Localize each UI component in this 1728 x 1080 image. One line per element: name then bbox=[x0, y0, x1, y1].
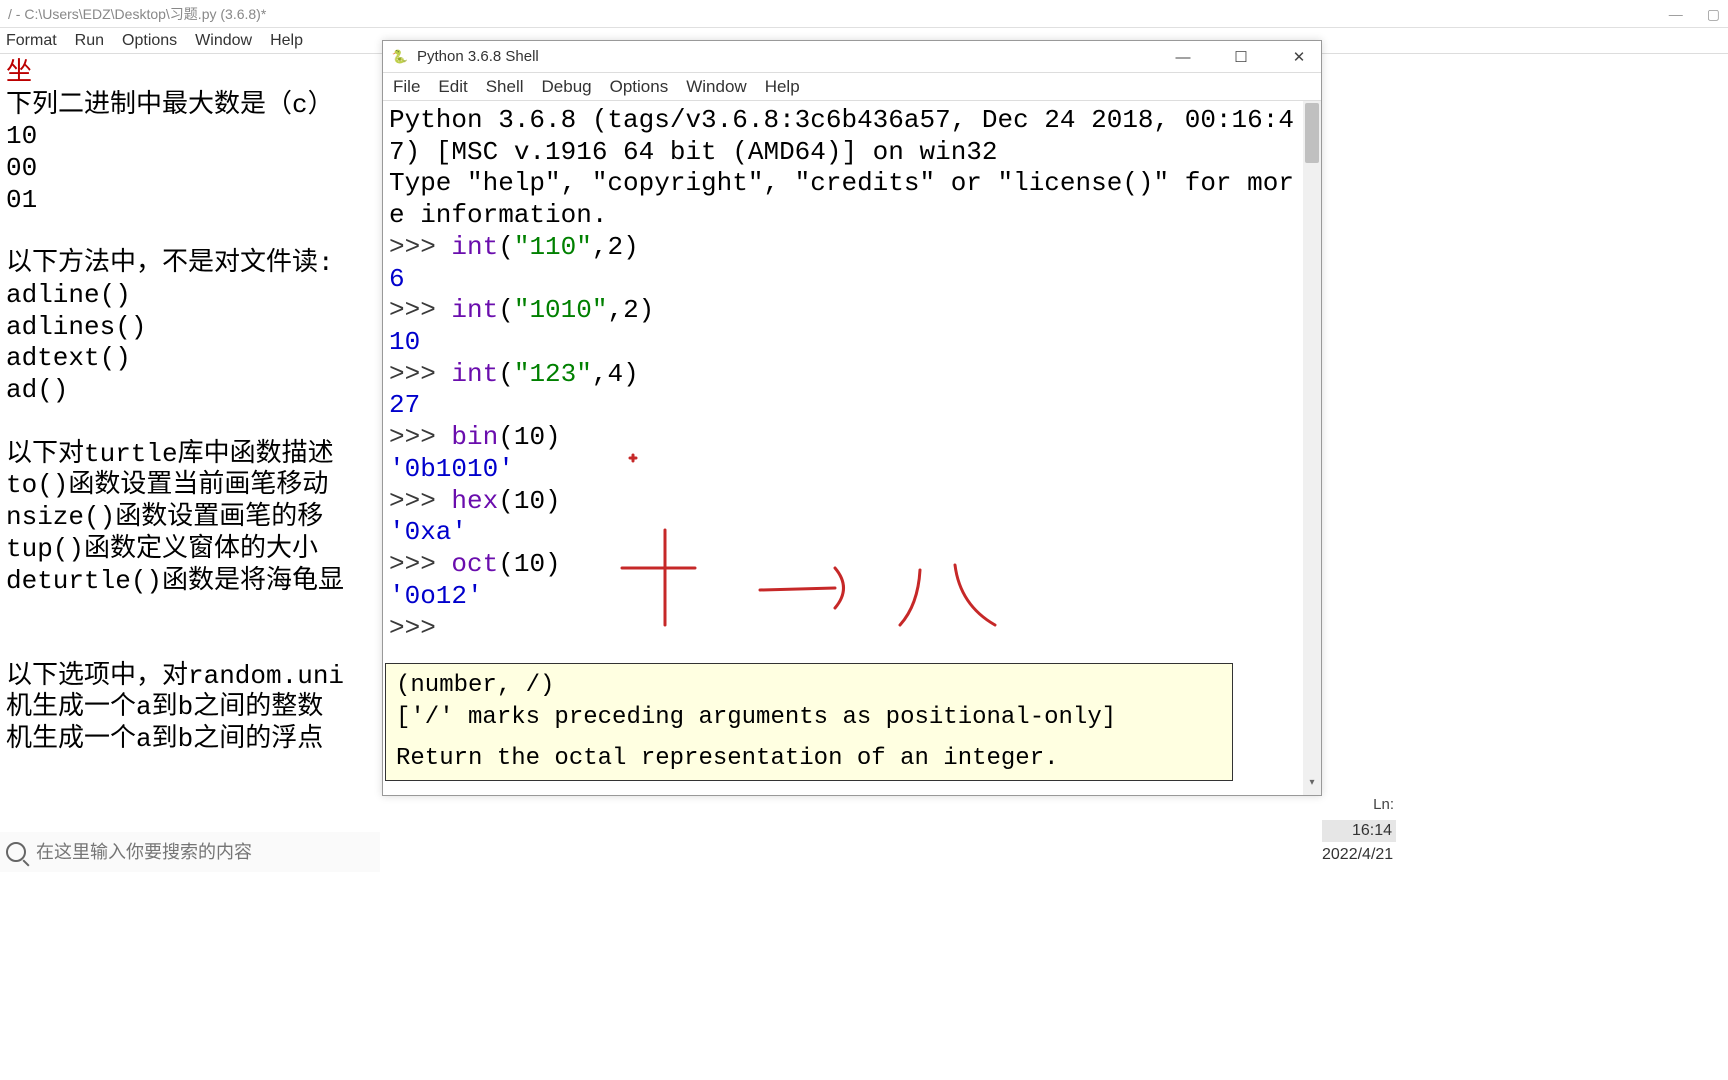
shell-banner-line2: Type "help", "copyright", "credits" or "… bbox=[389, 168, 1297, 231]
shell-menubar[interactable]: File Edit Shell Debug Options Window Help bbox=[383, 73, 1321, 101]
shell-body: Python 3.6.8 (tags/v3.6.8:3c6b436a57, De… bbox=[383, 101, 1321, 795]
shell-menu-options[interactable]: Options bbox=[610, 77, 669, 97]
shell-banner-line1: Python 3.6.8 (tags/v3.6.8:3c6b436a57, De… bbox=[389, 105, 1297, 168]
scrollbar-thumb[interactable] bbox=[1305, 103, 1319, 163]
shell-menu-edit[interactable]: Edit bbox=[438, 77, 467, 97]
editor-titlebar: / - C:\Users\EDZ\Desktop\习题.py (3.6.8)* … bbox=[0, 0, 1728, 28]
shell-input-line[interactable]: >>> bin(10) bbox=[389, 422, 1297, 454]
taskbar-search-input[interactable] bbox=[36, 842, 336, 863]
shell-input-line[interactable]: >>> int("123",4) bbox=[389, 359, 1297, 391]
shell-window-controls: — ☐ ✕ bbox=[1167, 41, 1315, 73]
editor-menu-help[interactable]: Help bbox=[270, 32, 303, 50]
shell-menu-debug[interactable]: Debug bbox=[542, 77, 592, 97]
shell-menu-file[interactable]: File bbox=[393, 77, 420, 97]
shell-prompt[interactable]: >>> bbox=[389, 613, 436, 643]
minimize-icon[interactable]: — bbox=[1669, 6, 1683, 22]
editor-menu-run[interactable]: Run bbox=[75, 32, 104, 50]
system-clock-time: 16:14 bbox=[1322, 820, 1396, 842]
shell-window: 🐍 Python 3.6.8 Shell — ☐ ✕ File Edit Shell… bbox=[382, 40, 1322, 796]
shell-menu-help[interactable]: Help bbox=[765, 77, 800, 97]
editor-window-controls: — ▢ bbox=[1669, 0, 1720, 28]
shell-output-line: '0b1010' bbox=[389, 454, 1297, 486]
shell-output-line: 10 bbox=[389, 327, 1297, 359]
editor-title: / - C:\Users\EDZ\Desktop\习题.py (3.6.8)* bbox=[8, 4, 266, 24]
shell-output-line: 27 bbox=[389, 390, 1297, 422]
shell-output-line: '0xa' bbox=[389, 517, 1297, 549]
shell-menu-window[interactable]: Window bbox=[686, 77, 746, 97]
editor-menu-format[interactable]: Format bbox=[6, 32, 57, 50]
shell-content[interactable]: Python 3.6.8 (tags/v3.6.8:3c6b436a57, De… bbox=[383, 101, 1303, 795]
shell-input-line[interactable]: >>> int("110",2) bbox=[389, 232, 1297, 264]
shell-input-line[interactable]: >>> int("1010",2) bbox=[389, 295, 1297, 327]
taskbar bbox=[0, 832, 380, 872]
shell-output-line: 6 bbox=[389, 264, 1297, 296]
close-icon[interactable]: ✕ bbox=[1283, 48, 1315, 66]
maximize-icon[interactable]: ▢ bbox=[1707, 6, 1720, 23]
tooltip-doc: Return the octal representation of an in… bbox=[396, 743, 1222, 774]
shell-title: Python 3.6.8 Shell bbox=[417, 48, 539, 65]
minimize-icon[interactable]: — bbox=[1167, 49, 1199, 66]
shell-input-line[interactable]: >>> oct(10) bbox=[389, 549, 1297, 581]
shell-scrollbar[interactable]: ▾ bbox=[1303, 101, 1321, 795]
editor-menu-options[interactable]: Options bbox=[122, 32, 177, 50]
tooltip-note: ['/' marks preceding arguments as positi… bbox=[396, 702, 1222, 733]
scrollbar-down-icon[interactable]: ▾ bbox=[1303, 777, 1321, 793]
shell-menu-shell[interactable]: Shell bbox=[486, 77, 524, 97]
editor-menu-window[interactable]: Window bbox=[195, 32, 252, 50]
shell-input-line[interactable]: >>> hex(10) bbox=[389, 486, 1297, 518]
search-icon[interactable] bbox=[6, 842, 26, 862]
shell-titlebar: 🐍 Python 3.6.8 Shell — ☐ ✕ bbox=[383, 41, 1321, 73]
shell-output-line: '0o12' bbox=[389, 581, 1297, 613]
calltip-tooltip: (number, /) ['/' marks preceding argumen… bbox=[385, 663, 1233, 781]
editor-status-ln: Ln: bbox=[1324, 796, 1394, 813]
python-icon: 🐍 bbox=[391, 48, 409, 66]
maximize-icon[interactable]: ☐ bbox=[1225, 48, 1257, 66]
system-clock-date: 2022/4/21 bbox=[1322, 846, 1393, 864]
tooltip-signature: (number, /) bbox=[396, 670, 1222, 701]
